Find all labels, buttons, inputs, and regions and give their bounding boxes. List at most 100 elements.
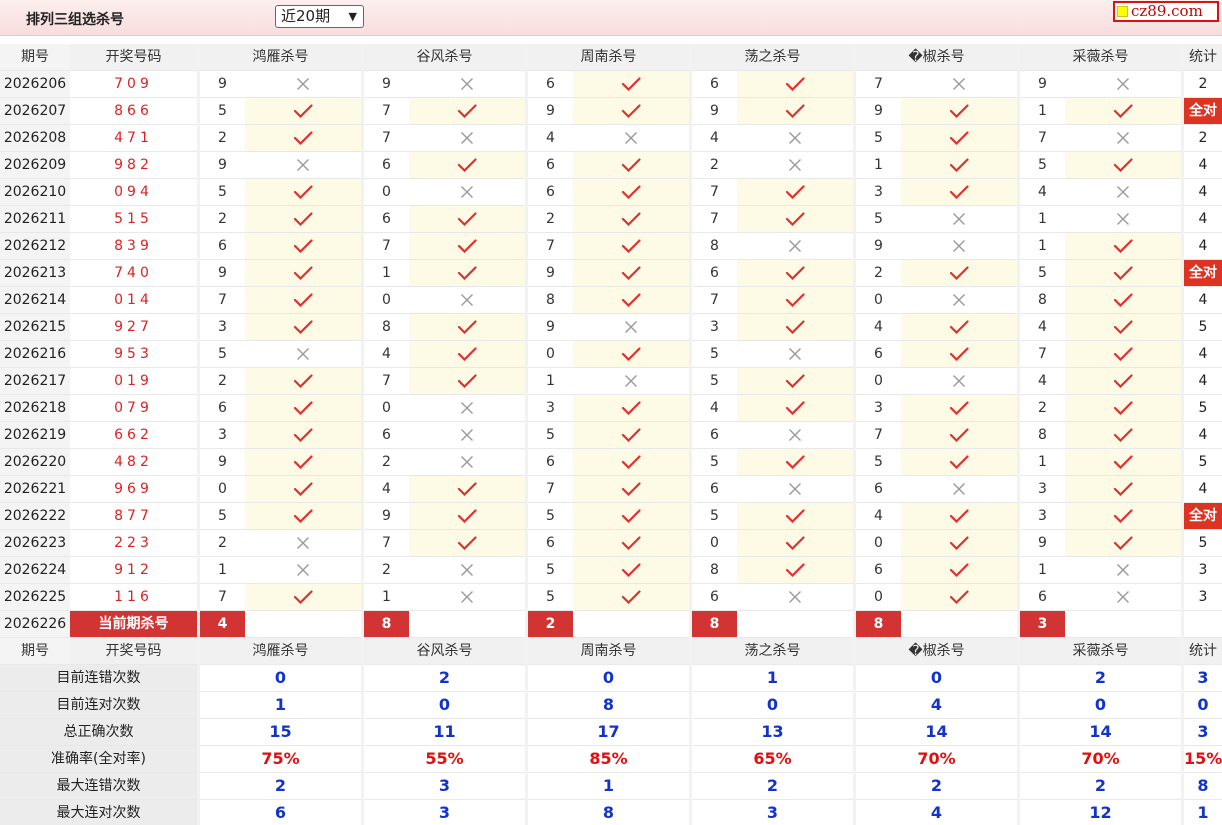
kill-number-table: 期号 开奖号码 鸿雁杀号 谷风杀号 周南杀号 荡之杀号 �椒杀号 采薇杀号 统计 2026206 7… [0, 44, 1222, 825]
result-wrong [901, 368, 1017, 394]
kill-number: 9 [218, 454, 227, 470]
column-separator [525, 422, 528, 449]
summary-row: 准确率(全对率) 75% 55% 85% 65% 70% 70% 15% [0, 746, 1222, 773]
site-logo[interactable]: cz89.com [1113, 1, 1219, 22]
column-separator [1181, 665, 1184, 692]
summary-value: 70% [917, 749, 956, 768]
kill-number: 8 [1038, 292, 1047, 308]
kill-number: 7 [382, 373, 391, 389]
kill-number: 5 [1038, 157, 1047, 173]
result-correct [1065, 449, 1181, 475]
result-correct [1065, 476, 1181, 502]
column-separator [197, 665, 200, 692]
draw-numbers: 079 [114, 400, 153, 416]
column-separator [1017, 44, 1020, 71]
column-separator [1017, 800, 1020, 825]
summary-value: 2 [1094, 776, 1107, 795]
column-separator [361, 341, 364, 368]
kill-number: 0 [546, 346, 555, 362]
summary-value: 8 [602, 695, 615, 714]
result-correct [737, 287, 853, 313]
table-row: 2026222 877 5 9 5 5 4 3 全对 [0, 503, 1222, 530]
result-correct [901, 530, 1017, 556]
result-correct [409, 152, 525, 178]
column-separator [853, 179, 856, 206]
summary-label: 准确率(全对率) [0, 746, 197, 772]
kill-number: 5 [546, 589, 555, 605]
current-kill-number: 8 [692, 611, 737, 637]
check-icon [621, 536, 641, 550]
kill-number: 6 [1038, 589, 1047, 605]
column-separator [525, 314, 528, 341]
kill-number: 9 [218, 76, 227, 92]
row-stat: 3 [1198, 589, 1208, 605]
issue-number: 2026224 [0, 557, 70, 583]
column-separator [689, 476, 692, 503]
kill-number: 9 [874, 103, 883, 119]
result-correct [573, 71, 689, 97]
column-separator [1017, 476, 1020, 503]
result-wrong [901, 476, 1017, 502]
check-icon [949, 401, 969, 415]
draw-numbers: 953 [114, 346, 153, 362]
table-row: 2026212 839 6 7 7 8 9 1 4 [0, 233, 1222, 260]
summary-header-stat: 统计 [1184, 638, 1222, 664]
column-separator [1181, 719, 1184, 746]
result-correct [245, 368, 361, 394]
summary-label: 目前连对次数 [0, 692, 197, 718]
summary-value: 65% [753, 749, 792, 768]
kill-number: 6 [874, 346, 883, 362]
kill-number: 8 [710, 238, 719, 254]
issue-number: 2026225 [0, 584, 70, 610]
result-correct [737, 557, 853, 583]
column-separator [361, 260, 364, 287]
result-wrong [901, 233, 1017, 259]
cross-icon [461, 294, 473, 306]
period-select[interactable]: 近20期 ▼ [275, 5, 364, 28]
kill-number: 7 [382, 535, 391, 551]
check-icon [785, 266, 805, 280]
cross-icon [789, 591, 801, 603]
result-correct [737, 260, 853, 286]
check-icon [293, 131, 313, 145]
cross-icon [297, 564, 309, 576]
issue-number: 2026212 [0, 233, 70, 259]
cross-icon [953, 78, 965, 90]
kill-number: 9 [546, 265, 555, 281]
column-separator [361, 746, 364, 773]
kill-number: 6 [710, 265, 719, 281]
table-row: 2026211 515 2 6 2 7 5 1 4 [0, 206, 1222, 233]
column-separator [1181, 692, 1184, 719]
kill-number: 7 [218, 589, 227, 605]
row-stat: 4 [1198, 292, 1208, 308]
row-stat: 2 [1198, 76, 1208, 92]
column-separator [361, 422, 364, 449]
kill-number: 4 [1038, 373, 1047, 389]
current-kill-number: 2 [528, 611, 573, 637]
kill-number: 7 [382, 103, 391, 119]
check-icon [293, 482, 313, 496]
check-icon [949, 104, 969, 118]
check-icon [293, 185, 313, 199]
result-correct [573, 557, 689, 583]
column-separator [197, 476, 200, 503]
result-correct [409, 503, 525, 529]
column-separator [1017, 260, 1020, 287]
result-wrong [1065, 125, 1181, 151]
column-separator [689, 692, 692, 719]
column-separator [361, 692, 364, 719]
result-wrong [409, 125, 525, 151]
issue-number: 2026222 [0, 503, 70, 529]
column-separator [853, 476, 856, 503]
result-correct [1065, 503, 1181, 529]
check-icon [293, 509, 313, 523]
kill-number: 0 [874, 292, 883, 308]
kill-number: 3 [710, 319, 719, 335]
result-wrong [737, 125, 853, 151]
kill-number: 7 [710, 292, 719, 308]
column-separator [1017, 206, 1020, 233]
result-wrong [409, 449, 525, 475]
result-correct [737, 503, 853, 529]
check-icon [949, 428, 969, 442]
kill-number: 3 [874, 184, 883, 200]
